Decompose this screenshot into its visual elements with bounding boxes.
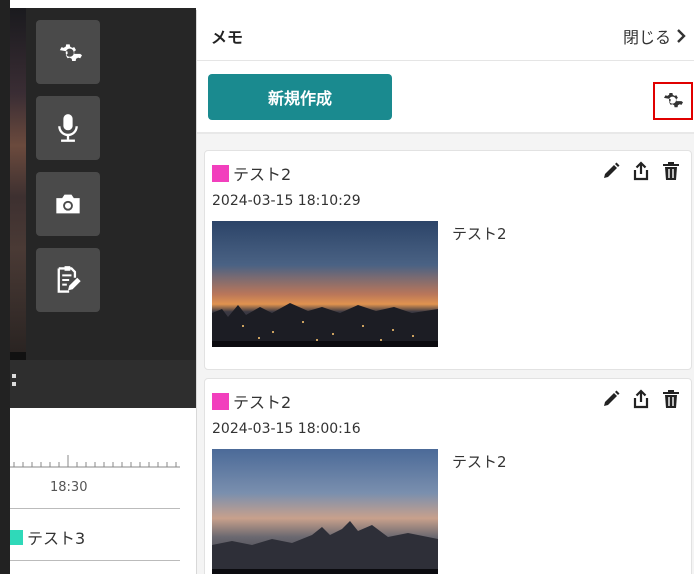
memo-datetime: 2024-03-15 18:00:16 [212, 421, 361, 437]
pencil-icon [604, 162, 620, 178]
share-memo-button[interactable] [631, 161, 651, 181]
video-edge-tab [10, 352, 26, 360]
memo-title-text: テスト2 [233, 165, 292, 184]
drag-handle-icon[interactable] [12, 374, 16, 378]
memo-tool-button[interactable] [36, 248, 100, 312]
memo-card[interactable]: テスト2 [204, 378, 692, 574]
memo-color-swatch [212, 392, 229, 410]
snapshot-image [212, 221, 438, 347]
memo-title: テスト2 [212, 389, 291, 413]
timeline-tick-label: 18:30 [50, 480, 88, 495]
share-memo-button[interactable] [631, 389, 651, 409]
memo-edit-icon [57, 266, 81, 293]
camera-icon [56, 194, 80, 214]
trash-icon [663, 390, 679, 408]
memo-title: テスト2 [212, 161, 291, 185]
delete-memo-button[interactable] [661, 389, 681, 409]
share-icon [633, 389, 649, 409]
delete-memo-button[interactable] [661, 161, 681, 181]
memo-title-text: テスト2 [233, 393, 292, 412]
microphone-tool-button[interactable] [36, 96, 100, 160]
memo-body: テスト2 [452, 225, 507, 243]
timeline[interactable]: 18:30 テスト3 [10, 408, 196, 574]
microphone-icon [58, 114, 78, 142]
video-area[interactable] [10, 8, 196, 360]
new-memo-button[interactable]: 新規作成 [208, 74, 392, 120]
memo-settings-button[interactable] [653, 82, 693, 120]
edit-memo-button[interactable] [601, 389, 621, 409]
memo-panel: メモ 閉じる 新規作成 テスト2 2024-03-15 18:10:29 テスト… [196, 10, 694, 574]
snapshot-image [212, 449, 438, 574]
settings-tool-button[interactable] [36, 20, 100, 84]
memo-color-swatch [212, 164, 229, 182]
gear-icon [59, 44, 82, 61]
memo-body: テスト2 [452, 453, 507, 471]
memo-datetime: 2024-03-15 18:10:29 [212, 193, 361, 209]
pencil-icon [604, 390, 620, 406]
timeline-item[interactable]: テスト3 [10, 525, 85, 549]
memo-actions [601, 161, 681, 181]
chevron-right-icon [677, 29, 686, 43]
memo-list[interactable]: テスト2 2024-03-15 18:10:29 テスト2 テスト2 2024-… [197, 134, 694, 574]
memo-card[interactable]: テスト2 [204, 150, 692, 370]
memo-actions [601, 389, 681, 409]
player-pane: 18:30 テスト3 [0, 0, 196, 574]
memo-snapshot-image[interactable] [212, 221, 438, 347]
gear-icon [664, 93, 683, 108]
timeline-item-label: テスト3 [27, 529, 86, 548]
panel-header: メモ 閉じる [197, 10, 694, 61]
trash-icon [663, 162, 679, 180]
memo-toolbar: 新規作成 [197, 60, 694, 134]
app-frame: 18:30 テスト3 メモ 閉じる 新規作成 テスト2 2024-03-15 1… [0, 0, 694, 574]
timeline-divider [10, 560, 180, 561]
control-bar [10, 360, 196, 408]
edit-memo-button[interactable] [601, 161, 621, 181]
memo-snapshot-image[interactable] [212, 449, 438, 574]
share-icon [633, 161, 649, 181]
timeline-ruler [10, 455, 180, 468]
close-button[interactable]: 閉じる [623, 24, 687, 48]
edge-border [0, 0, 10, 574]
video-frame-preview [10, 8, 26, 352]
timeline-divider [10, 508, 180, 509]
timeline-item-color [10, 529, 23, 545]
panel-title: メモ [211, 28, 244, 47]
camera-tool-button[interactable] [36, 172, 100, 236]
close-label: 閉じる [622, 28, 671, 47]
